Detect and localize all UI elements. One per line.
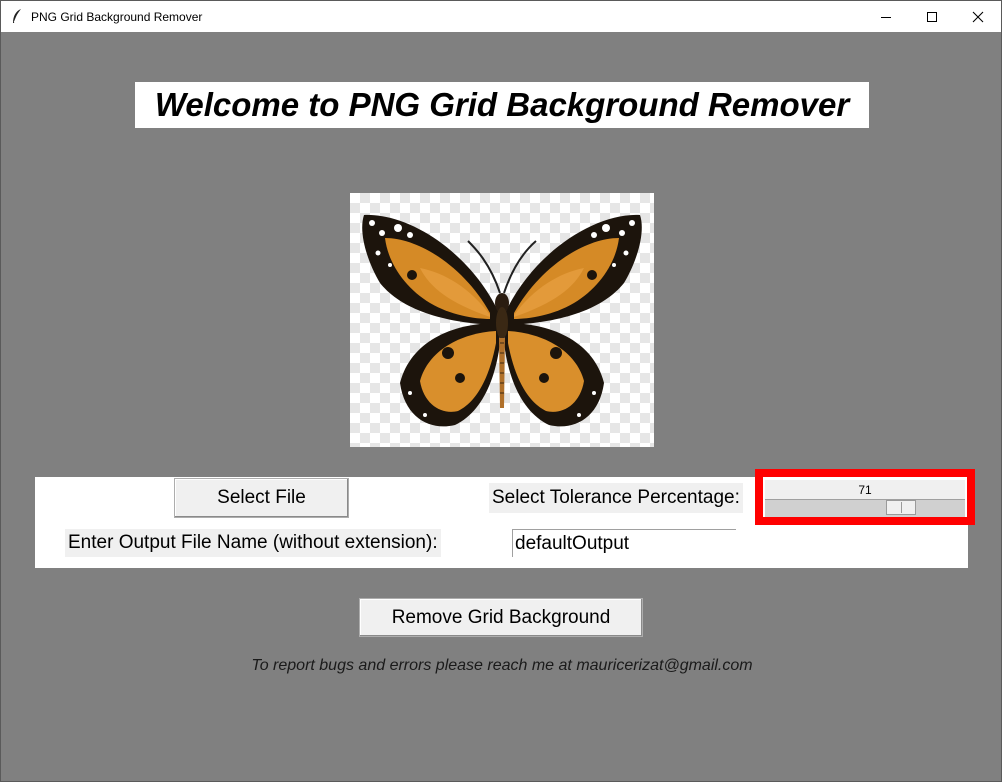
image-preview xyxy=(350,193,654,447)
feather-icon xyxy=(13,9,21,23)
window-title: PNG Grid Background Remover xyxy=(31,10,203,24)
slider-trough[interactable] xyxy=(765,499,965,517)
tolerance-value: 71 xyxy=(858,483,872,497)
title-bar: PNG Grid Background Remover xyxy=(1,1,1001,32)
slider-thumb[interactable] xyxy=(886,500,916,515)
minimize-icon xyxy=(881,16,891,18)
contact-footer: To report bugs and errors please reach m… xyxy=(251,657,753,674)
remove-grid-background-button[interactable]: Remove Grid Background xyxy=(359,598,643,637)
maximize-button[interactable] xyxy=(909,1,955,32)
close-icon xyxy=(972,11,984,22)
tolerance-slider[interactable]: 71 xyxy=(765,480,965,517)
close-button[interactable] xyxy=(955,1,1001,32)
output-filename-input[interactable] xyxy=(512,529,736,557)
welcome-heading: Welcome to PNG Grid Background Remover xyxy=(154,86,850,123)
welcome-heading-box: Welcome to PNG Grid Background Remover xyxy=(135,82,869,128)
minimize-button[interactable] xyxy=(863,1,909,32)
maximize-icon xyxy=(927,11,937,22)
tolerance-label: Select Tolerance Percentage: xyxy=(489,483,743,513)
output-filename-label: Enter Output File Name (without extensio… xyxy=(65,529,441,557)
select-file-button[interactable]: Select File xyxy=(174,478,349,518)
butterfly-image xyxy=(362,214,642,427)
app-window: PNG Grid Background Remover Welcome to P… xyxy=(0,0,1002,782)
